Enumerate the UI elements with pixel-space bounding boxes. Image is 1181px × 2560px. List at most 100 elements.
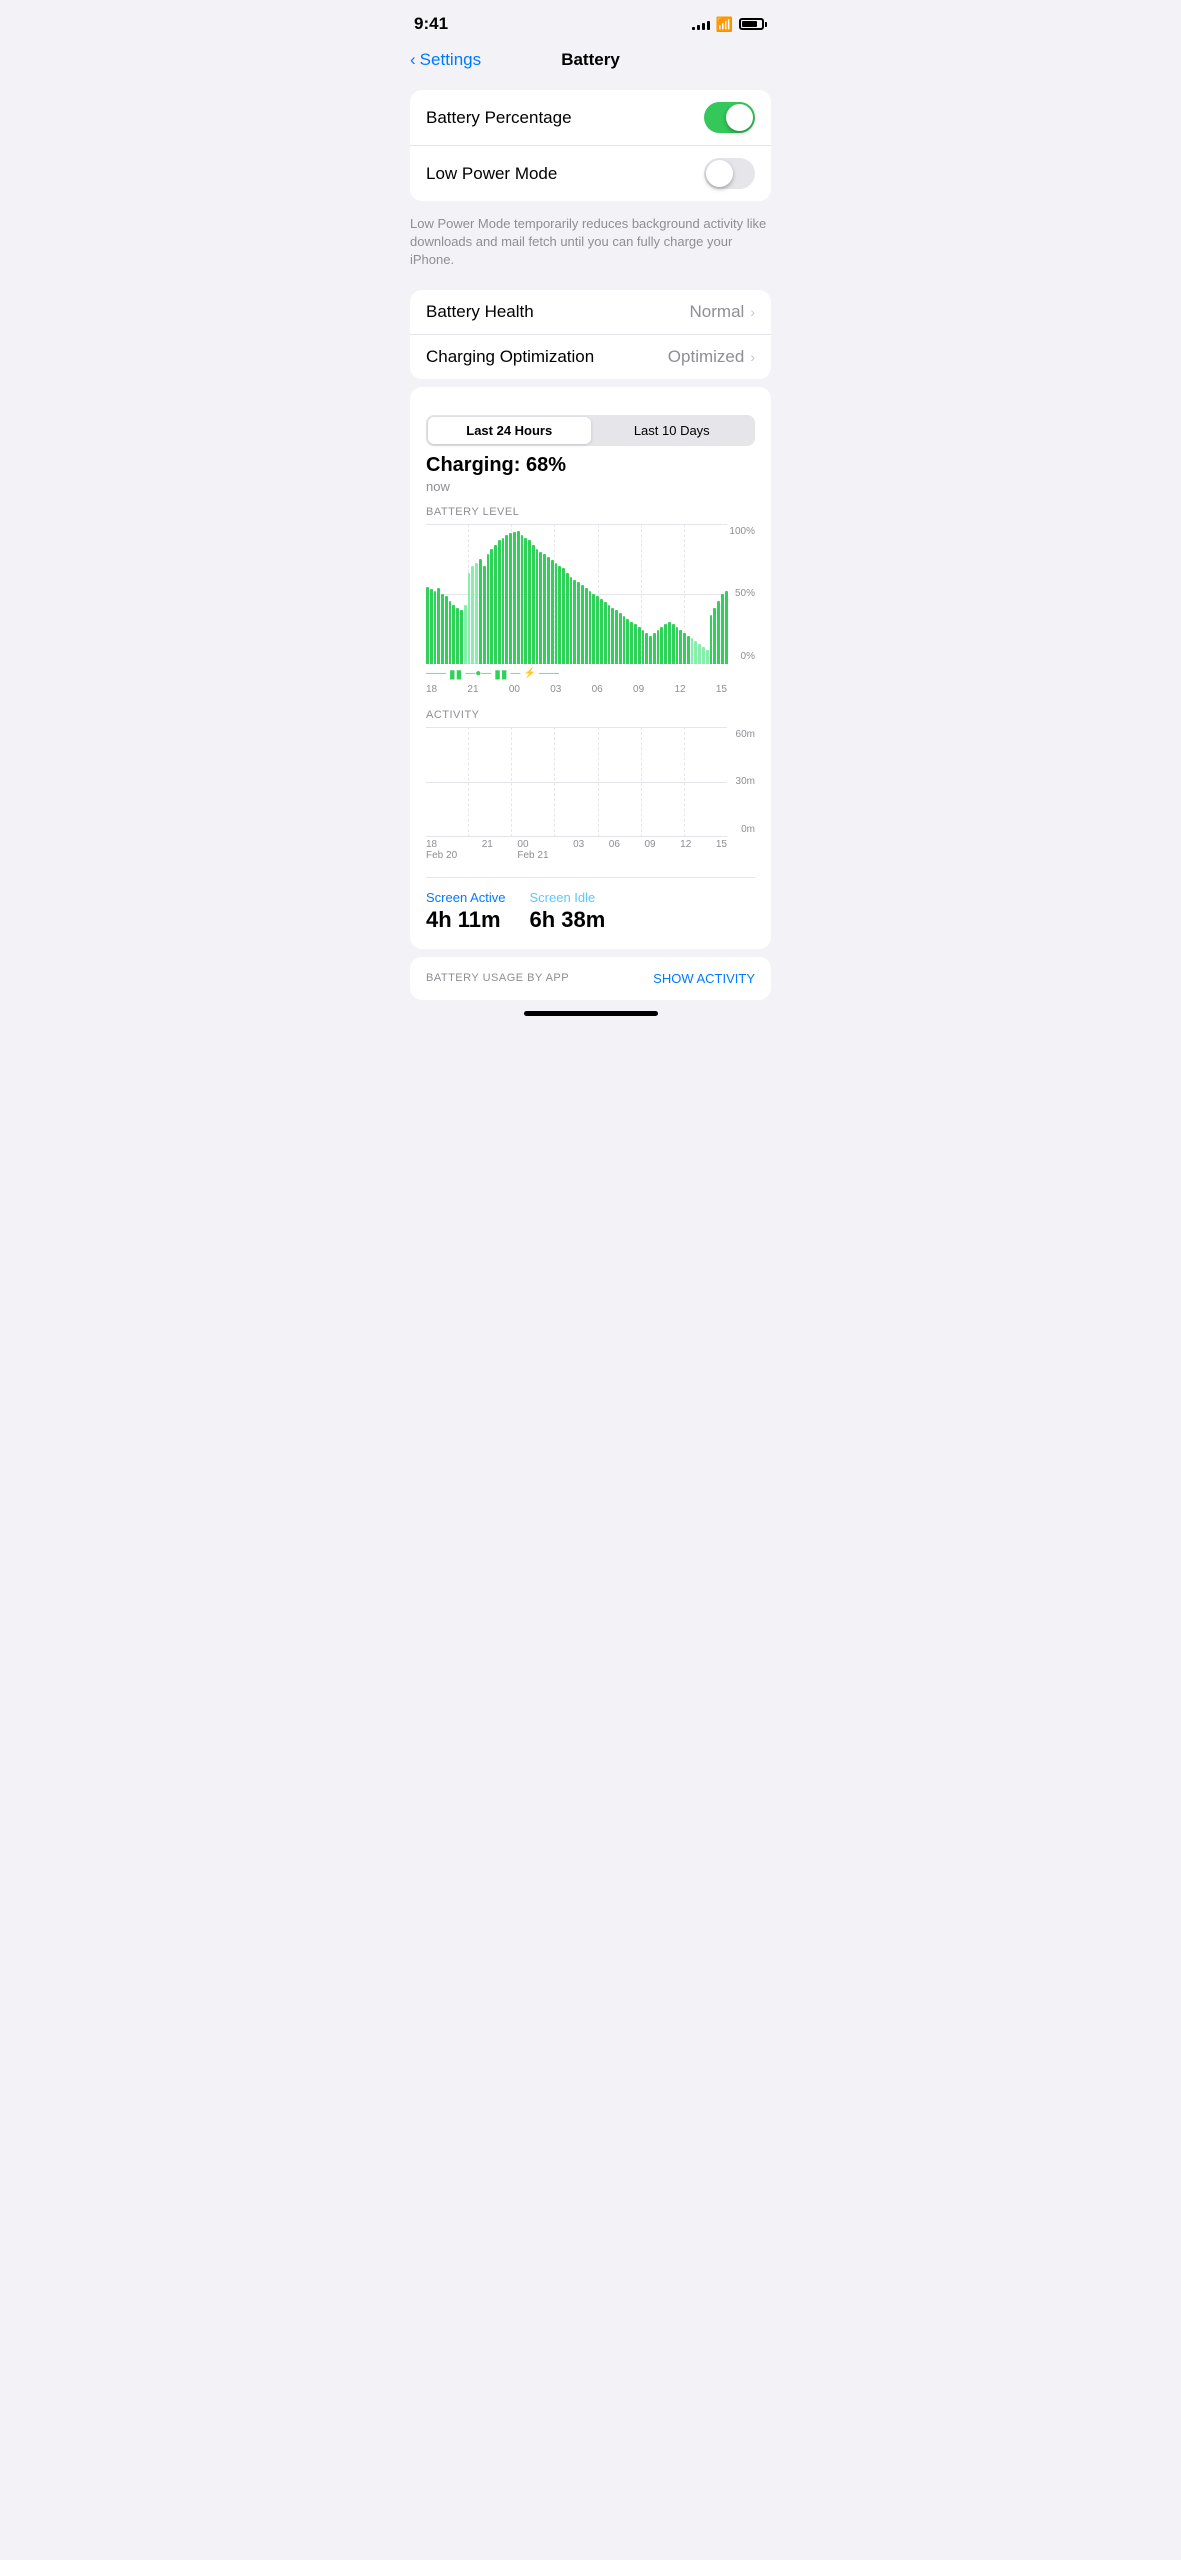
battery-bar [653,633,656,664]
battery-bar [710,615,713,664]
battery-bar [441,594,444,664]
toggle-knob-2 [706,160,733,187]
battery-bar [490,549,493,664]
low-power-mode-row[interactable]: Low Power Mode [410,146,771,201]
nav-bar: ‹ Settings Battery [394,42,787,82]
time-segment-control[interactable]: Last 24 Hours Last 10 Days [426,415,755,446]
battery-bar [524,538,527,664]
battery-bar [558,566,561,664]
battery-bar [611,608,614,664]
show-activity-button[interactable]: SHOW ACTIVITY [653,971,755,986]
battery-bar [505,535,508,664]
battery-bar [634,624,637,663]
battery-bar [521,535,524,664]
battery-bar [536,549,539,664]
segment-24hours[interactable]: Last 24 Hours [428,417,591,444]
battery-bar [596,596,599,663]
battery-bar [513,532,516,664]
date-x-axis: 18 Feb 20 21 00 Feb 21 03 06 09 12 15 [426,839,755,861]
battery-percentage-label: Battery Percentage [426,108,572,128]
chevron-right-icon-2: › [750,349,755,365]
battery-bar [717,601,720,664]
y-label-0: 0% [741,651,755,662]
battery-bar [577,582,580,663]
screen-idle-label: Screen Idle [530,890,606,905]
home-indicator-container [394,1008,787,1028]
battery-bar [581,585,584,663]
battery-bar [468,573,471,664]
battery-bar [721,594,724,664]
battery-bar [445,596,448,663]
battery-bar [649,636,652,664]
activity-bars-container [426,727,727,837]
battery-bar [562,568,565,663]
battery-bar [672,624,675,663]
activity-label: ACTIVITY [426,709,755,721]
home-indicator [524,1011,658,1016]
battery-bar [434,591,437,664]
battery-bar [566,573,569,664]
stats-row: Screen Active 4h 11m Screen Idle 6h 38m [426,877,755,933]
battery-bar [543,554,546,663]
screen-active-value: 4h 11m [426,907,506,933]
battery-level-chart: 100% 50% 0% [426,524,755,664]
battery-level-label: BATTERY LEVEL [426,506,755,518]
signal-icon [692,18,710,30]
battery-bar [452,605,455,664]
battery-bar [551,560,554,664]
battery-bar [487,554,490,663]
battery-bar [687,636,690,664]
toggle-knob [726,104,753,131]
battery-bar [460,610,463,663]
battery-bar [676,627,679,663]
page-title: Battery [561,50,620,70]
screen-active-label: Screen Active [426,890,506,905]
battery-bar [604,602,607,664]
status-bar: 9:41 📶 [394,0,787,42]
battery-bar [619,613,622,663]
battery-bar [706,650,709,664]
battery-usage-card: BATTERY USAGE BY APP SHOW ACTIVITY [410,957,771,1000]
battery-bar [683,633,686,664]
y-label-50: 50% [735,588,755,599]
battery-health-row[interactable]: Battery Health Normal › [410,290,771,335]
battery-health-value: Normal [690,302,745,322]
chevron-left-icon: ‹ [410,50,416,70]
battery-toggles-card: Battery Percentage Low Power Mode [410,90,771,201]
battery-bar [623,616,626,664]
battery-percentage-row[interactable]: Battery Percentage [410,90,771,146]
battery-bar [426,587,429,664]
battery-bar [694,641,697,663]
battery-bar [570,577,573,664]
battery-bar [494,545,497,664]
battery-percentage-toggle[interactable] [704,102,755,133]
battery-bar [645,633,648,664]
battery-bar [698,644,701,664]
screen-idle-value: 6h 38m [530,907,606,933]
battery-bar [713,608,716,664]
battery-bar [592,594,595,664]
wifi-icon: 📶 [716,16,733,33]
low-power-mode-label: Low Power Mode [426,164,557,184]
status-time: 9:41 [414,14,448,34]
battery-bar [660,627,663,663]
battery-bar [638,627,641,663]
battery-bar [498,540,501,663]
battery-bar [456,608,459,664]
charging-optimization-label: Charging Optimization [426,347,594,367]
charging-indicators: —— ▮▮ —●— ▮▮ — ⚡ —— [426,667,755,681]
battery-bar [608,605,611,664]
battery-bar [679,630,682,664]
battery-bar [437,588,440,664]
battery-bar [615,610,618,663]
low-power-description: Low Power Mode temporarily reduces backg… [394,209,787,282]
status-icons: 📶 [692,16,767,33]
battery-bar [547,557,550,663]
battery-bar [532,545,535,664]
battery-bar [517,531,520,664]
screen-idle-stat: Screen Idle 6h 38m [530,890,606,933]
low-power-mode-toggle[interactable] [704,158,755,189]
charging-optimization-row[interactable]: Charging Optimization Optimized › [410,335,771,379]
segment-10days[interactable]: Last 10 Days [591,417,754,444]
back-button[interactable]: ‹ Settings [410,50,481,70]
